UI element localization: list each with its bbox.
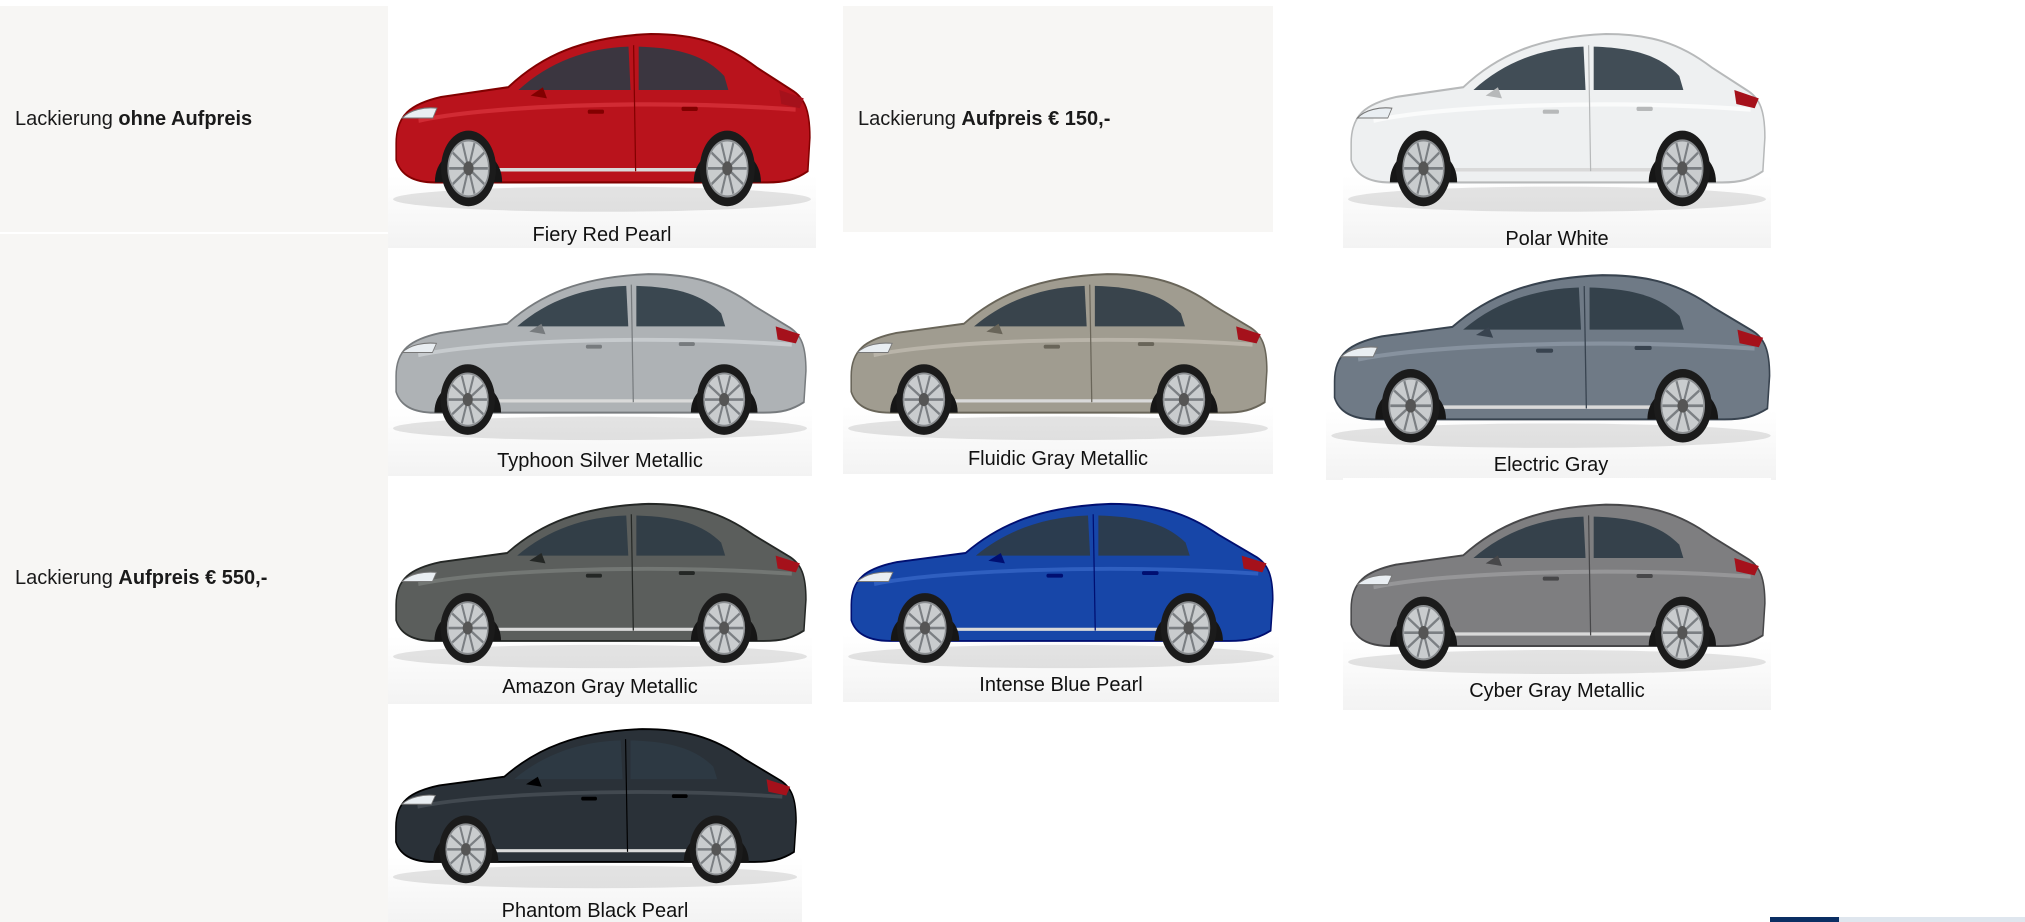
color-name: Fluidic Gray Metallic bbox=[967, 448, 1149, 470]
tier-emphasis: ohne Aufpreis bbox=[118, 107, 253, 130]
tier-emphasis: Aufpreis € 150,- bbox=[961, 107, 1111, 130]
progress-fill bbox=[1770, 917, 1839, 922]
tier-label-surcharge-550: Lackierung Aufpreis € 550,- bbox=[0, 234, 388, 922]
color-swatch-fiery-red-pearl[interactable]: Fiery Red Pearl bbox=[388, 6, 816, 248]
car-image bbox=[848, 502, 1274, 669]
progress-bar bbox=[1770, 917, 2025, 922]
color-name: Intense Blue Pearl bbox=[979, 674, 1143, 696]
car-image bbox=[1331, 274, 1771, 448]
color-swatch-polar-white[interactable]: Polar White bbox=[1343, 6, 1771, 248]
color-name: Amazon Gray Metallic bbox=[502, 676, 698, 698]
color-swatch-electric-gray[interactable]: Electric Gray bbox=[1326, 248, 1776, 480]
car-image bbox=[848, 273, 1268, 441]
color-swatch-cyber-gray-metallic[interactable]: Cyber Gray Metallic bbox=[1343, 478, 1771, 710]
tier-label-no-surcharge: Lackierung ohne Aufpreis bbox=[0, 6, 388, 232]
car-image bbox=[392, 728, 798, 889]
color-swatch-fluidic-gray-metallic[interactable]: Fluidic Gray Metallic bbox=[843, 248, 1273, 474]
color-name: Polar White bbox=[1505, 228, 1609, 248]
car-image bbox=[393, 273, 807, 441]
car-image bbox=[393, 32, 811, 212]
tier-label-surcharge-150: Lackierung Aufpreis € 150,- bbox=[843, 6, 1273, 232]
car-image bbox=[1348, 32, 1766, 212]
color-swatch-intense-blue-pearl[interactable]: Intense Blue Pearl bbox=[843, 478, 1279, 702]
tier-prefix: Lackierung bbox=[858, 107, 962, 130]
car-image bbox=[393, 502, 807, 669]
color-name: Fiery Red Pearl bbox=[532, 224, 672, 246]
color-name: Phantom Black Pearl bbox=[501, 900, 689, 922]
color-name: Cyber Gray Metallic bbox=[1469, 680, 1645, 702]
tier-prefix: Lackierung bbox=[15, 107, 119, 130]
color-name: Electric Gray bbox=[1493, 454, 1609, 476]
tier-prefix: Lackierung bbox=[15, 566, 119, 589]
car-image bbox=[1348, 503, 1766, 674]
color-swatch-typhoon-silver-metallic[interactable]: Typhoon Silver Metallic bbox=[388, 248, 812, 476]
color-swatch-phantom-black-pearl[interactable]: Phantom Black Pearl bbox=[388, 704, 802, 922]
tier-emphasis: Aufpreis € 550,- bbox=[118, 566, 268, 589]
color-name: Typhoon Silver Metallic bbox=[497, 450, 703, 472]
color-swatch-amazon-gray-metallic[interactable]: Amazon Gray Metallic bbox=[388, 478, 812, 704]
